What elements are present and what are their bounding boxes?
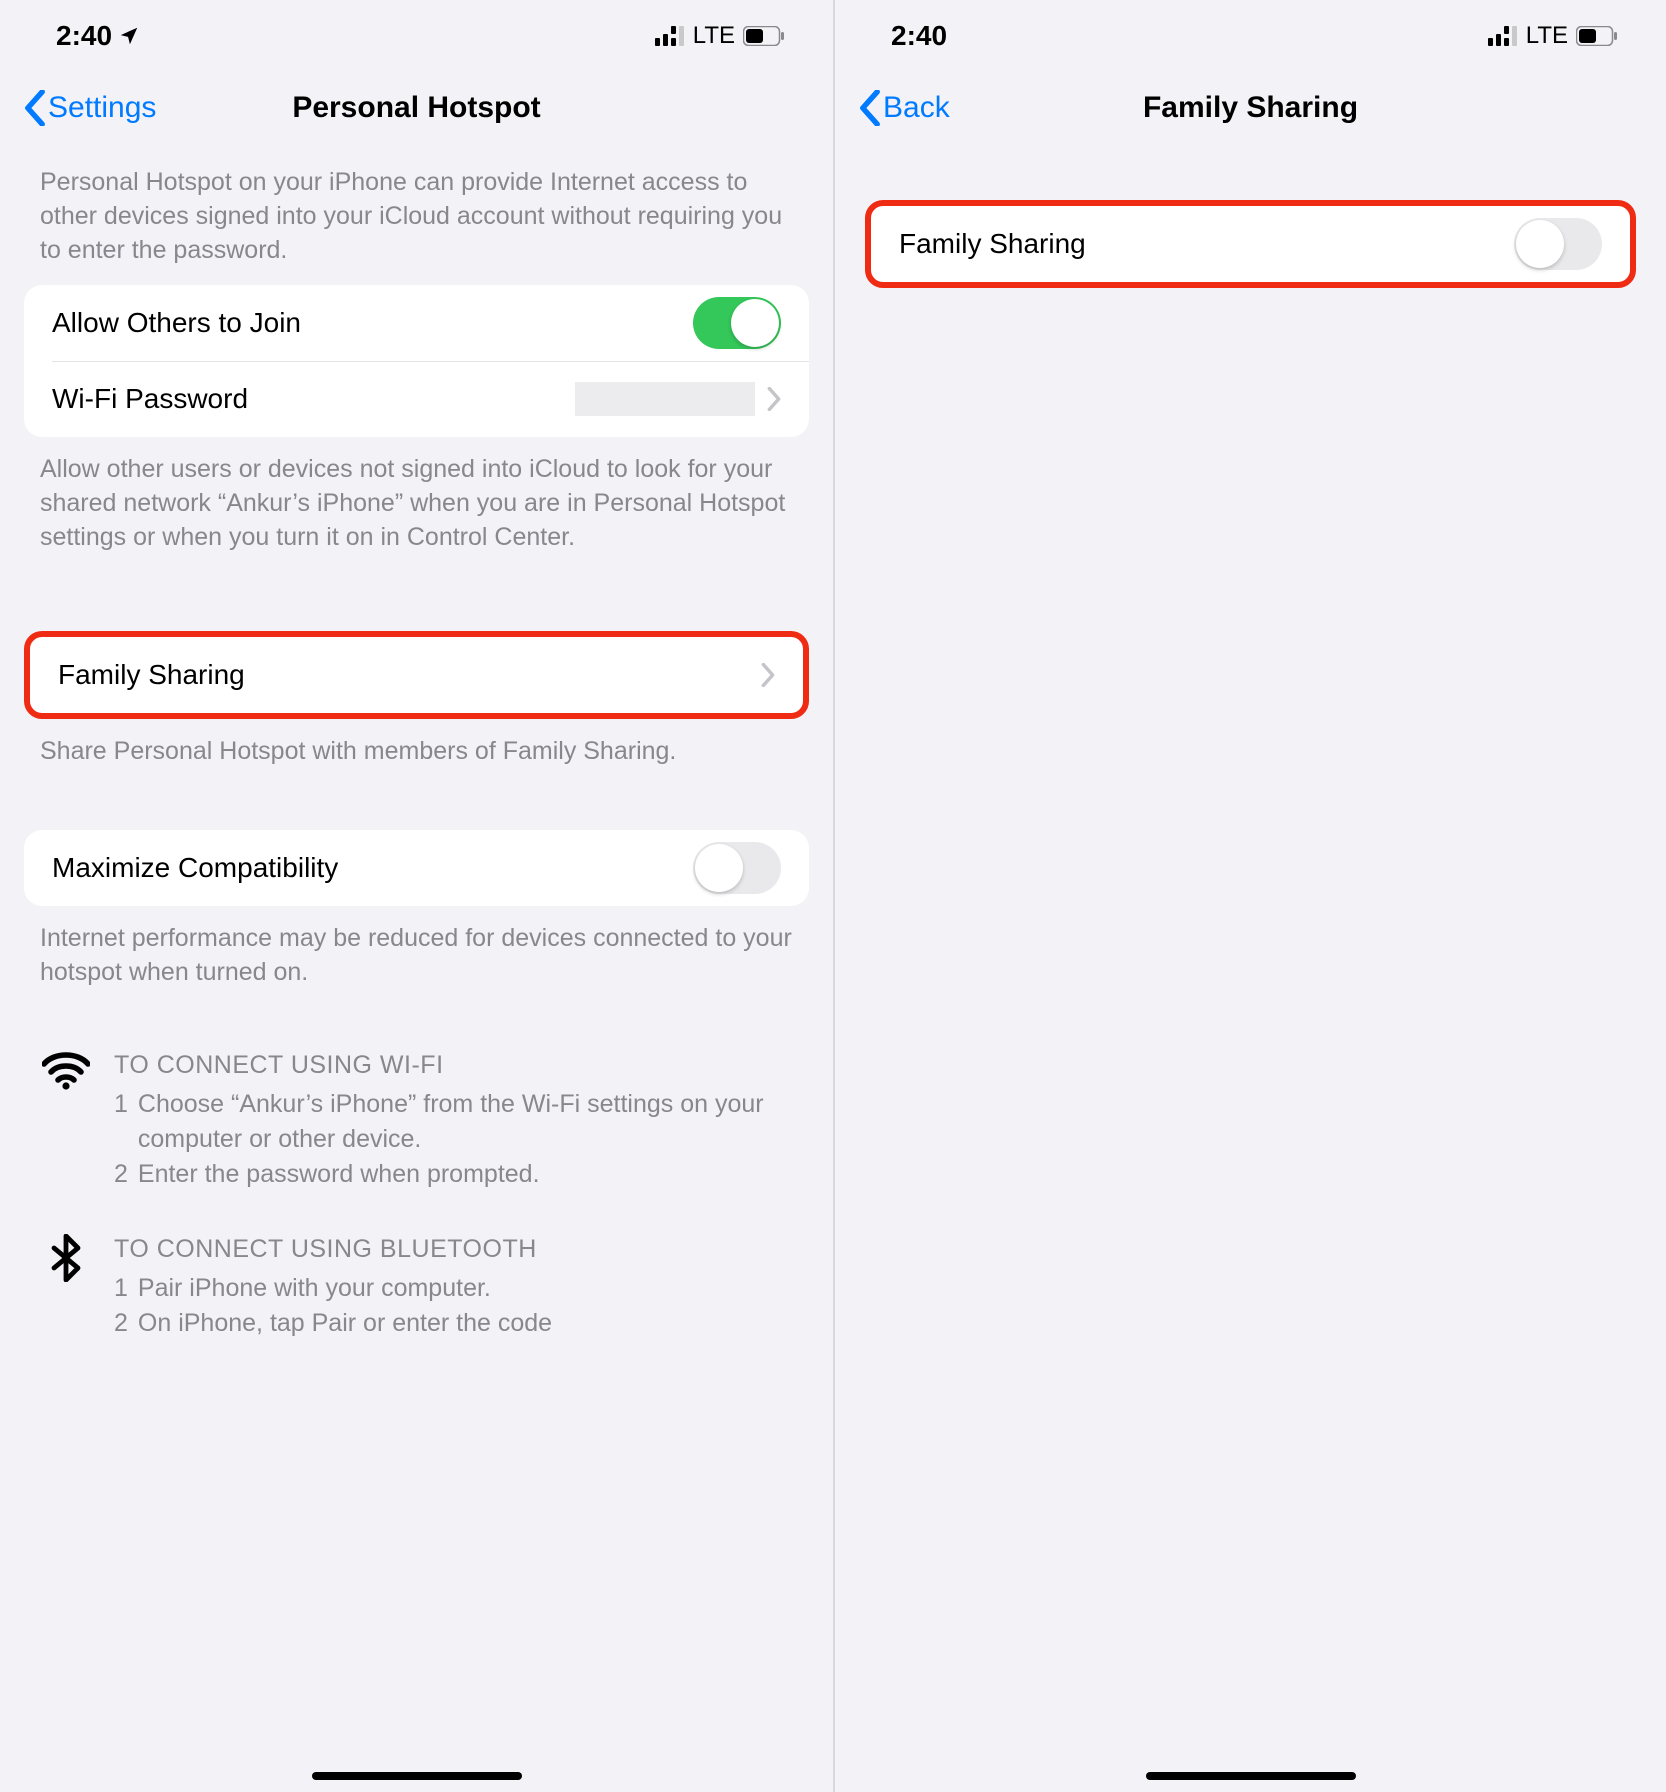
status-bar: 2:40 LTE [835, 0, 1666, 72]
family-sharing-row[interactable]: Family Sharing [30, 637, 803, 713]
wifi-instructions-heading: TO CONNECT USING WI-FI [114, 1048, 793, 1083]
step-text: Pair iPhone with your computer. [138, 1271, 793, 1306]
chevron-right-icon [767, 387, 781, 411]
allow-others-footer: Allow other users or devices not signed … [0, 437, 833, 572]
back-button[interactable]: Settings [24, 90, 156, 126]
status-time: 2:40 [56, 20, 112, 52]
hotspot-group: Allow Others to Join Wi-Fi Password [24, 285, 809, 437]
family-sharing-group: Family Sharing [24, 631, 809, 719]
step-number: 2 [114, 1157, 128, 1192]
family-sharing-toggle-group: Family Sharing [865, 200, 1636, 288]
home-indicator[interactable] [1146, 1772, 1356, 1780]
maximize-compatibility-footer: Internet performance may be reduced for … [0, 906, 833, 1008]
wifi-password-label: Wi-Fi Password [52, 383, 575, 415]
compatibility-group: Maximize Compatibility [24, 830, 809, 906]
step-text: Enter the password when prompted. [138, 1157, 793, 1192]
status-time: 2:40 [891, 20, 947, 52]
maximize-compatibility-label: Maximize Compatibility [52, 852, 693, 884]
family-sharing-toggle[interactable] [1514, 218, 1602, 270]
wifi-password-value-redacted [575, 382, 755, 416]
step-number: 1 [114, 1087, 128, 1157]
wifi-icon [40, 1048, 92, 1192]
step-text: On iPhone, tap Pair or enter the code [138, 1306, 793, 1341]
nav-bar: Settings Personal Hotspot [0, 72, 833, 144]
cellular-signal-icon [655, 26, 685, 46]
family-sharing-toggle-label: Family Sharing [899, 228, 1514, 260]
screen-family-sharing: 2:40 LTE [833, 0, 1666, 1792]
network-type-label: LTE [1526, 22, 1568, 50]
wifi-password-row[interactable]: Wi-Fi Password [24, 361, 809, 437]
screen-personal-hotspot: 2:40 LTE [0, 0, 833, 1792]
step-number: 1 [114, 1271, 128, 1306]
bluetooth-instructions: TO CONNECT USING BLUETOOTH 1 Pair iPhone… [0, 1232, 833, 1341]
maximize-compatibility-toggle[interactable] [693, 842, 781, 894]
nav-bar: Back Family Sharing [835, 72, 1666, 144]
back-label: Settings [48, 91, 156, 125]
page-title: Family Sharing [835, 91, 1666, 125]
wifi-instructions: TO CONNECT USING WI-FI 1 Choose “Ankur’s… [0, 1048, 833, 1192]
allow-others-row[interactable]: Allow Others to Join [24, 285, 809, 361]
home-indicator[interactable] [312, 1772, 522, 1780]
back-label: Back [883, 91, 950, 125]
family-sharing-footer: Share Personal Hotspot with members of F… [0, 719, 833, 787]
back-button[interactable]: Back [859, 90, 950, 126]
maximize-compatibility-row[interactable]: Maximize Compatibility [24, 830, 809, 906]
allow-others-label: Allow Others to Join [52, 307, 693, 339]
chevron-right-icon [761, 663, 775, 687]
status-bar: 2:40 LTE [0, 0, 833, 72]
cellular-signal-icon [1488, 26, 1518, 46]
step-text: Choose “Ankur’s iPhone” from the Wi-Fi s… [138, 1087, 793, 1157]
network-type-label: LTE [693, 22, 735, 50]
location-icon [118, 25, 140, 47]
family-sharing-toggle-row[interactable]: Family Sharing [871, 206, 1630, 282]
allow-others-toggle[interactable] [693, 297, 781, 349]
intro-description: Personal Hotspot on your iPhone can prov… [0, 144, 833, 285]
battery-icon [1576, 26, 1618, 46]
family-sharing-label: Family Sharing [58, 659, 749, 691]
battery-icon [743, 26, 785, 46]
bluetooth-instructions-heading: TO CONNECT USING BLUETOOTH [114, 1232, 793, 1267]
step-number: 2 [114, 1306, 128, 1341]
bluetooth-icon [40, 1232, 92, 1341]
